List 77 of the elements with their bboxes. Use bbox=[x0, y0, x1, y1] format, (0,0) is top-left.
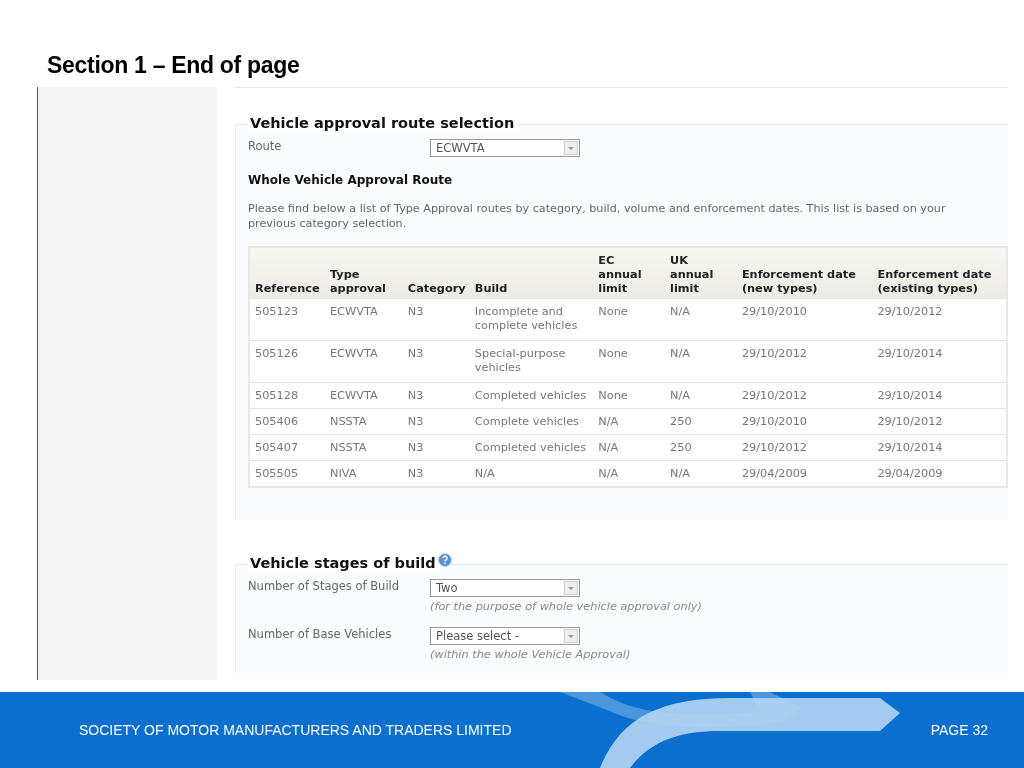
table-cell: NIVA bbox=[325, 460, 403, 487]
column-header: Category bbox=[402, 247, 470, 299]
column-header: Enforcement date (existing types) bbox=[872, 247, 1007, 299]
table-cell: N3 bbox=[402, 460, 470, 487]
dropdown-value: ECWVTA bbox=[436, 141, 485, 155]
slide-title: Section 1 – End of page bbox=[46, 51, 301, 80]
table-cell: 250 bbox=[665, 408, 737, 435]
table-cell: N3 bbox=[402, 298, 470, 341]
table-cell: N/A bbox=[469, 460, 594, 487]
table-cell: 29/04/2009 bbox=[872, 460, 1007, 487]
description: Please find below a list of Type Approval routes by category, build, volume and enforcement dates. This list is based on your previous category selection. bbox=[248, 201, 947, 231]
table-cell: Incomplete and complete vehicles bbox=[469, 298, 594, 341]
table-cell: ECWVTA bbox=[325, 340, 403, 383]
dropdown-value: Please select - bbox=[436, 629, 519, 643]
column-header: Type approval bbox=[325, 247, 403, 299]
dropdown[interactable]: ECWVTA bbox=[430, 139, 580, 157]
table-cell: 505406 bbox=[249, 408, 325, 435]
table-cell: N/A bbox=[665, 460, 737, 487]
table-cell: None bbox=[593, 298, 666, 341]
table-cell: 29/10/2012 bbox=[736, 434, 873, 461]
page-number: PAGE 32 bbox=[930, 722, 988, 738]
table-cell: None bbox=[593, 340, 666, 383]
table-cell: N3 bbox=[402, 408, 470, 435]
table-cell: 29/10/2012 bbox=[872, 298, 1007, 341]
table-cell: ECWVTA bbox=[325, 298, 403, 341]
table-cell: 29/10/2014 bbox=[872, 434, 1007, 461]
table-cell: N3 bbox=[402, 340, 470, 383]
table-cell: Special-purpose vehicles bbox=[469, 340, 594, 383]
table-cell: 505123 bbox=[249, 298, 325, 341]
table-cell: N/A bbox=[665, 298, 737, 341]
column-header: UK annual limit bbox=[665, 247, 737, 299]
table-cell: 505505 bbox=[249, 460, 325, 487]
table-cell: 505126 bbox=[249, 340, 325, 383]
table-cell: N/A bbox=[593, 408, 666, 435]
table-cell: 250 bbox=[665, 434, 737, 461]
table-cell: Complete vehicles bbox=[469, 408, 594, 435]
table-cell: 29/10/2014 bbox=[872, 382, 1007, 409]
field-note: (within the whole Vehicle Approval) bbox=[430, 648, 631, 661]
column-header: Enforcement date (new types) bbox=[736, 247, 873, 299]
caret-icon bbox=[564, 581, 578, 595]
table-cell: 29/04/2009 bbox=[736, 460, 873, 487]
table-cell: 29/10/2012 bbox=[872, 408, 1007, 435]
column-header: Build bbox=[469, 247, 594, 299]
caret-icon bbox=[564, 629, 578, 643]
section-heading: Vehicle approval route selection bbox=[248, 115, 519, 131]
caret-icon bbox=[564, 141, 578, 155]
table-cell: ECWVTA bbox=[325, 382, 403, 409]
table-cell: 29/10/2012 bbox=[736, 382, 873, 409]
table-cell: Completed vehicles bbox=[469, 382, 594, 409]
table-cell: N3 bbox=[402, 382, 470, 409]
table-cell: N/A bbox=[665, 340, 737, 383]
column-header: EC annual limit bbox=[593, 247, 666, 299]
dropdown-value: Two bbox=[436, 581, 458, 595]
table-cell: 29/10/2010 bbox=[736, 408, 873, 435]
field-note: (for the purpose of whole vehicle approval only) bbox=[430, 600, 702, 613]
company-name: SOCIETY OF MOTOR MANUFACTURERS AND TRADERS LIMITED bbox=[79, 722, 512, 738]
table-cell: 29/10/2010 bbox=[736, 298, 873, 341]
table-cell: Completed vehicles bbox=[469, 434, 594, 461]
field-label: Number of Stages of Build bbox=[248, 579, 401, 595]
column-header: Reference bbox=[249, 247, 325, 299]
table-cell: 505407 bbox=[249, 434, 325, 461]
table-cell: N3 bbox=[402, 434, 470, 461]
dropdown[interactable]: Two bbox=[430, 579, 580, 597]
table-cell: 29/10/2014 bbox=[872, 340, 1007, 383]
table-cell: NSSTA bbox=[325, 408, 403, 435]
table-cell: 29/10/2012 bbox=[736, 340, 873, 383]
table-cell: N/A bbox=[665, 382, 737, 409]
field-label: Number of Base Vehicles bbox=[248, 627, 393, 643]
field-label: Route bbox=[248, 139, 283, 155]
table-cell: N/A bbox=[593, 460, 666, 487]
subheading: Whole Vehicle Approval Route bbox=[248, 173, 454, 187]
section-heading: Vehicle stages of build bbox=[248, 555, 440, 571]
table-cell: N/A bbox=[593, 434, 666, 461]
table-cell: 505128 bbox=[249, 382, 325, 409]
table-cell: NSSTA bbox=[325, 434, 403, 461]
dropdown[interactable]: Please select - bbox=[430, 627, 580, 645]
table-cell: None bbox=[593, 382, 666, 409]
